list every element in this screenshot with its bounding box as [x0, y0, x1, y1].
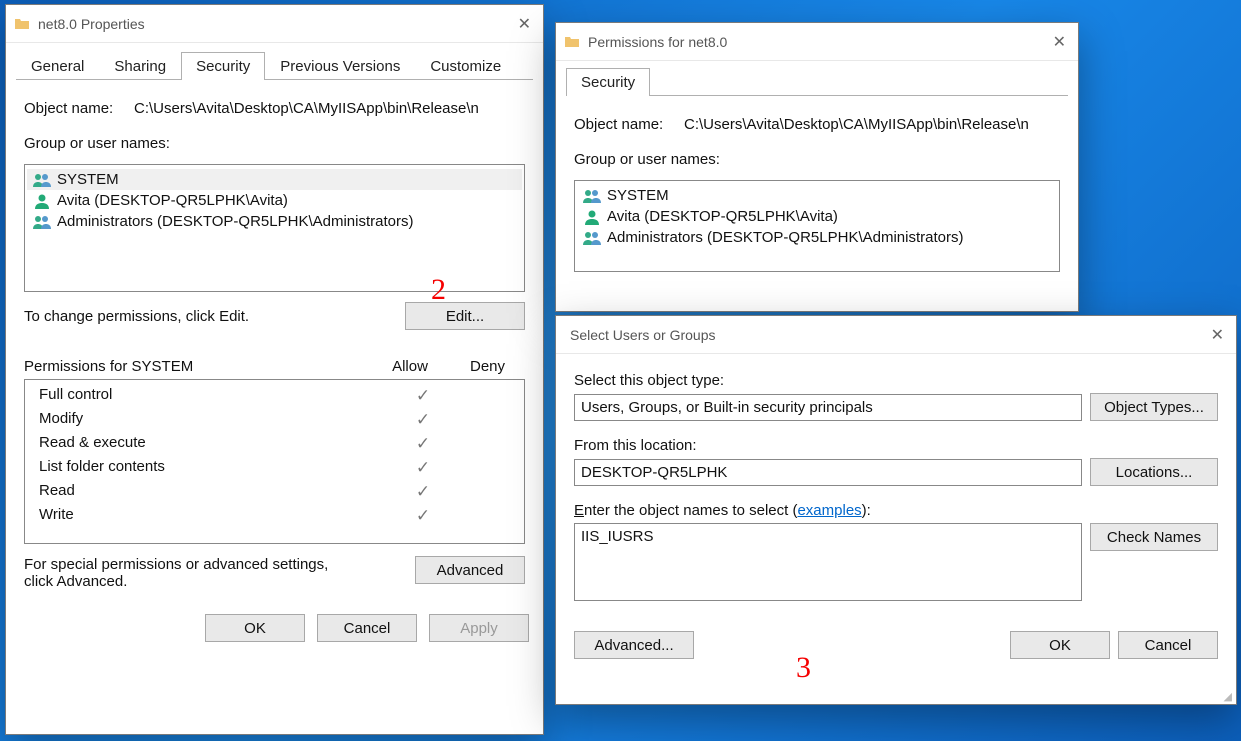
- list-item[interactable]: Administrators (DESKTOP-QR5LPHK\Administ…: [577, 227, 1057, 248]
- properties-dialog: net8.0 Properties ✕ General Sharing Secu…: [5, 4, 544, 735]
- user-name: Avita (DESKTOP-QR5LPHK\Avita): [607, 208, 838, 225]
- tab-customize[interactable]: Customize: [415, 52, 516, 80]
- check-icon: ✓: [391, 458, 455, 478]
- location-label: From this location:: [574, 437, 697, 454]
- group-users-label: Group or user names:: [24, 135, 170, 152]
- tab-strip: General Sharing Security Previous Versio…: [6, 43, 543, 79]
- edit-button[interactable]: Edit...: [405, 302, 525, 330]
- check-icon: ✓: [391, 434, 455, 454]
- user-icon: [583, 209, 601, 225]
- users-listbox[interactable]: SYSTEM Avita (DESKTOP-QR5LPHK\Avita) Adm…: [574, 180, 1060, 272]
- group-icon: [33, 214, 51, 230]
- advanced-button[interactable]: Advanced...: [574, 631, 694, 659]
- group-users-label: Group or user names:: [574, 151, 720, 168]
- user-icon: [33, 193, 51, 209]
- permission-row: Full control✓: [25, 384, 524, 408]
- allow-header: Allow: [370, 358, 450, 375]
- permission-row: Read & execute✓: [25, 432, 524, 456]
- examples-link[interactable]: examples: [797, 502, 861, 519]
- folder-icon: [564, 34, 580, 50]
- list-item[interactable]: Avita (DESKTOP-QR5LPHK\Avita): [577, 206, 1057, 227]
- object-names-label: Enter the object names to select (exampl…: [574, 502, 871, 519]
- resize-grip-icon[interactable]: ◢: [1224, 694, 1232, 700]
- check-icon: ✓: [391, 482, 455, 502]
- cancel-button[interactable]: Cancel: [317, 614, 417, 642]
- advanced-hint: For special permissions or advanced sett…: [24, 556, 344, 590]
- list-item[interactable]: Avita (DESKTOP-QR5LPHK\Avita): [27, 190, 522, 211]
- tab-sharing[interactable]: Sharing: [99, 52, 181, 80]
- window-title: Select Users or Groups: [564, 327, 1207, 343]
- permissions-listbox[interactable]: Full control✓ Modify✓ Read & execute✓ Li…: [24, 379, 525, 544]
- object-names-input[interactable]: [574, 523, 1082, 601]
- titlebar[interactable]: Permissions for net8.0 ✕: [556, 23, 1078, 61]
- permissions-for-label: Permissions for SYSTEM: [24, 358, 370, 375]
- list-item[interactable]: SYSTEM: [27, 169, 522, 190]
- list-item[interactable]: Administrators (DESKTOP-QR5LPHK\Administ…: [27, 211, 522, 232]
- object-types-button[interactable]: Object Types...: [1090, 393, 1218, 421]
- tab-general[interactable]: General: [16, 52, 99, 80]
- folder-icon: [14, 16, 30, 32]
- check-names-button[interactable]: Check Names: [1090, 523, 1218, 551]
- list-item[interactable]: SYSTEM: [577, 185, 1057, 206]
- users-listbox[interactable]: SYSTEM Avita (DESKTOP-QR5LPHK\Avita) Adm…: [24, 164, 525, 292]
- user-name: SYSTEM: [57, 171, 119, 188]
- ok-button[interactable]: OK: [1010, 631, 1110, 659]
- user-name: SYSTEM: [607, 187, 669, 204]
- advanced-button[interactable]: Advanced: [415, 556, 525, 584]
- check-icon: ✓: [391, 506, 455, 526]
- object-name-value: C:\Users\Avita\Desktop\CA\MyIISApp\bin\R…: [684, 116, 1029, 133]
- permission-row: Read✓: [25, 480, 524, 504]
- window-title: net8.0 Properties: [38, 16, 514, 32]
- close-icon[interactable]: ✕: [1207, 321, 1228, 349]
- check-icon: ✓: [391, 410, 455, 430]
- object-name-label: Object name:: [24, 100, 126, 117]
- titlebar[interactable]: net8.0 Properties ✕: [6, 5, 543, 43]
- user-name: Administrators (DESKTOP-QR5LPHK\Administ…: [57, 213, 413, 230]
- permission-row: Write✓: [25, 504, 524, 528]
- group-icon: [33, 172, 51, 188]
- object-type-field[interactable]: [574, 394, 1082, 421]
- tab-previous-versions[interactable]: Previous Versions: [265, 52, 415, 80]
- group-icon: [583, 230, 601, 246]
- permission-row: List folder contents✓: [25, 456, 524, 480]
- object-name-value: C:\Users\Avita\Desktop\CA\MyIISApp\bin\R…: [134, 100, 479, 117]
- close-icon[interactable]: ✕: [1049, 28, 1070, 56]
- window-title: Permissions for net8.0: [588, 34, 1049, 50]
- permission-row: Modify✓: [25, 408, 524, 432]
- close-icon[interactable]: ✕: [514, 10, 535, 38]
- location-field[interactable]: [574, 459, 1082, 486]
- cancel-button[interactable]: Cancel: [1118, 631, 1218, 659]
- tab-security[interactable]: Security: [566, 68, 650, 96]
- titlebar[interactable]: Select Users or Groups ✕: [556, 316, 1236, 354]
- group-icon: [583, 188, 601, 204]
- object-type-label: Select this object type:: [574, 372, 724, 389]
- user-name: Avita (DESKTOP-QR5LPHK\Avita): [57, 192, 288, 209]
- user-name: Administrators (DESKTOP-QR5LPHK\Administ…: [607, 229, 963, 246]
- locations-button[interactable]: Locations...: [1090, 458, 1218, 486]
- apply-button[interactable]: Apply: [429, 614, 529, 642]
- select-users-dialog: Select Users or Groups ✕ Select this obj…: [555, 315, 1237, 705]
- ok-button[interactable]: OK: [205, 614, 305, 642]
- deny-header: Deny: [450, 358, 525, 375]
- permissions-dialog: Permissions for net8.0 ✕ Security Object…: [555, 22, 1079, 312]
- tab-security[interactable]: Security: [181, 52, 265, 80]
- check-icon: ✓: [391, 386, 455, 406]
- object-name-label: Object name:: [574, 116, 676, 133]
- edit-hint: To change permissions, click Edit.: [24, 308, 249, 325]
